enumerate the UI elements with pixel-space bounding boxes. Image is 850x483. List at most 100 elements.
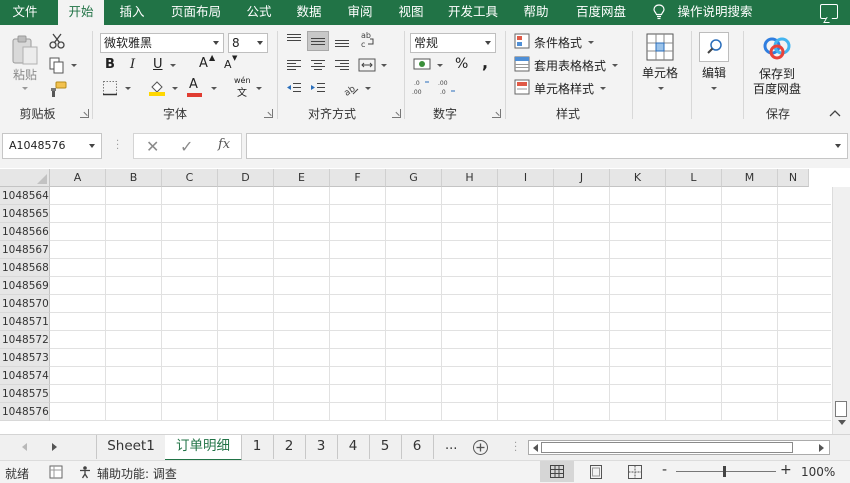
sheet-tab-1[interactable]: 1	[241, 435, 274, 459]
cell-styles-icon[interactable]	[514, 79, 530, 95]
phonetic-dropdown-icon[interactable]	[256, 87, 262, 90]
font-name-select[interactable]: 微软雅黑	[100, 33, 224, 53]
sheet-tab-sheet1[interactable]: Sheet1	[97, 435, 166, 459]
menu-help[interactable]: 帮助	[514, 0, 558, 25]
italic-button[interactable]: I	[130, 57, 135, 72]
fill-color-dropdown-icon[interactable]	[172, 87, 178, 90]
menu-data[interactable]: 数据	[288, 0, 330, 25]
expand-formula-icon[interactable]	[835, 144, 841, 148]
conditional-dropdown-icon[interactable]	[588, 41, 594, 44]
merge-center-icon[interactable]	[358, 57, 376, 73]
row-header[interactable]: 1048567	[0, 241, 50, 259]
format-table-button[interactable]: 套用表格格式	[534, 57, 606, 74]
baidu-cloud-icon[interactable]	[762, 36, 792, 60]
column-header[interactable]: M	[722, 169, 778, 187]
row-header[interactable]: 1048568	[0, 259, 50, 277]
row-header[interactable]: 1048575	[0, 385, 50, 403]
sheet-tab-order-details[interactable]: 订单明细	[165, 435, 242, 461]
column-header[interactable]: K	[610, 169, 666, 187]
row-header[interactable]: 1048564	[0, 187, 50, 205]
format-painter-icon[interactable]	[48, 80, 68, 98]
editing-button-label[interactable]: 编辑	[692, 66, 736, 81]
decrease-decimal-icon[interactable]: .00 .0	[437, 78, 457, 96]
cells-button-label[interactable]: 单元格	[636, 66, 684, 81]
tab-scroll-right-icon[interactable]	[52, 443, 57, 451]
sheet-tab-6[interactable]: 6	[401, 435, 434, 459]
more-options-icon[interactable]: · · ·	[116, 137, 119, 155]
comments-icon[interactable]	[820, 4, 838, 19]
shrink-font-button[interactable]: A	[224, 58, 232, 71]
column-header[interactable]: L	[666, 169, 722, 187]
sheet-tab-2[interactable]: 2	[273, 435, 306, 459]
column-header[interactable]: H	[442, 169, 498, 187]
underline-dropdown-icon[interactable]	[170, 64, 176, 67]
cut-icon[interactable]	[48, 32, 66, 50]
percent-button[interactable]: %	[455, 56, 468, 72]
macro-record-icon[interactable]	[49, 465, 63, 479]
column-header[interactable]: E	[274, 169, 330, 187]
horizontal-scrollbar[interactable]	[528, 440, 830, 455]
align-left-icon[interactable]	[286, 58, 302, 72]
vertical-scrollbar[interactable]	[832, 187, 850, 434]
baidu-save-label-2[interactable]: 百度网盘	[748, 82, 806, 97]
menu-home[interactable]: 开始	[58, 0, 104, 26]
tell-me-search[interactable]: 操作说明搜索	[674, 0, 756, 25]
font-size-select[interactable]: 8	[228, 33, 268, 53]
column-header[interactable]: D	[218, 169, 274, 187]
menu-baidu[interactable]: 百度网盘	[566, 0, 636, 25]
zoom-level[interactable]: 100%	[801, 465, 835, 479]
zoom-out-button[interactable]: -	[662, 462, 667, 478]
font-launcher-icon[interactable]	[264, 109, 273, 118]
editing-dropdown-icon[interactable]	[711, 87, 717, 90]
format-table-dropdown-icon[interactable]	[612, 64, 618, 67]
accounting-dropdown-icon[interactable]	[437, 64, 443, 67]
merge-dropdown-icon[interactable]	[381, 64, 387, 67]
menu-file[interactable]: 文件	[0, 0, 50, 25]
font-color-button[interactable]: A	[189, 77, 198, 92]
sheet-tab-3[interactable]: 3	[305, 435, 338, 459]
cells-icon[interactable]	[645, 32, 675, 62]
number-format-select[interactable]: 常规	[410, 33, 496, 53]
row-header[interactable]: 1048571	[0, 313, 50, 331]
collapse-ribbon-icon[interactable]	[829, 109, 841, 117]
alignment-launcher-icon[interactable]	[392, 109, 401, 118]
font-color-dropdown-icon[interactable]	[211, 87, 217, 90]
cell-styles-button[interactable]: 单元格样式	[534, 80, 594, 97]
cancel-icon[interactable]: ✕	[146, 137, 159, 156]
row-header[interactable]: 1048576	[0, 403, 50, 421]
align-center-icon[interactable]	[310, 58, 326, 72]
cells-dropdown-icon[interactable]	[658, 87, 664, 90]
accessibility-status[interactable]: 辅助功能: 调查	[97, 465, 177, 482]
menu-formulas[interactable]: 公式	[238, 0, 280, 25]
column-header[interactable]: J	[554, 169, 610, 187]
align-middle-button[interactable]	[307, 31, 329, 51]
paste-dropdown-icon[interactable]	[22, 87, 28, 90]
menu-review[interactable]: 审阅	[338, 0, 382, 25]
name-box[interactable]: A1048576	[2, 133, 102, 159]
column-header[interactable]: A	[50, 169, 106, 187]
accessibility-icon[interactable]	[78, 465, 92, 479]
baidu-save-label-1[interactable]: 保存到	[748, 67, 806, 82]
borders-dropdown-icon[interactable]	[125, 87, 131, 90]
insert-function-icon[interactable]: fx	[218, 137, 230, 152]
zoom-in-button[interactable]: +	[780, 462, 792, 478]
page-layout-view-icon[interactable]	[589, 465, 603, 479]
bold-button[interactable]: B	[105, 57, 115, 72]
vertical-scroll-thumb[interactable]	[835, 401, 847, 417]
copy-icon[interactable]	[48, 56, 66, 74]
copy-dropdown-icon[interactable]	[71, 64, 77, 67]
cell-area[interactable]	[50, 187, 831, 421]
cell-styles-dropdown-icon[interactable]	[600, 87, 606, 90]
menu-page-layout[interactable]: 页面布局	[164, 0, 228, 25]
conditional-format-icon[interactable]	[514, 33, 530, 49]
column-header[interactable]: B	[106, 169, 162, 187]
format-table-icon[interactable]	[514, 56, 530, 72]
row-header[interactable]: 1048569	[0, 277, 50, 295]
increase-indent-icon[interactable]	[310, 81, 326, 95]
horizontal-scroll-thumb[interactable]	[541, 442, 793, 453]
enter-icon[interactable]: ✓	[180, 137, 193, 156]
fill-color-icon[interactable]	[148, 78, 166, 96]
column-header[interactable]: N	[778, 169, 809, 187]
underline-button[interactable]: U	[153, 57, 163, 72]
borders-icon[interactable]	[102, 80, 118, 96]
